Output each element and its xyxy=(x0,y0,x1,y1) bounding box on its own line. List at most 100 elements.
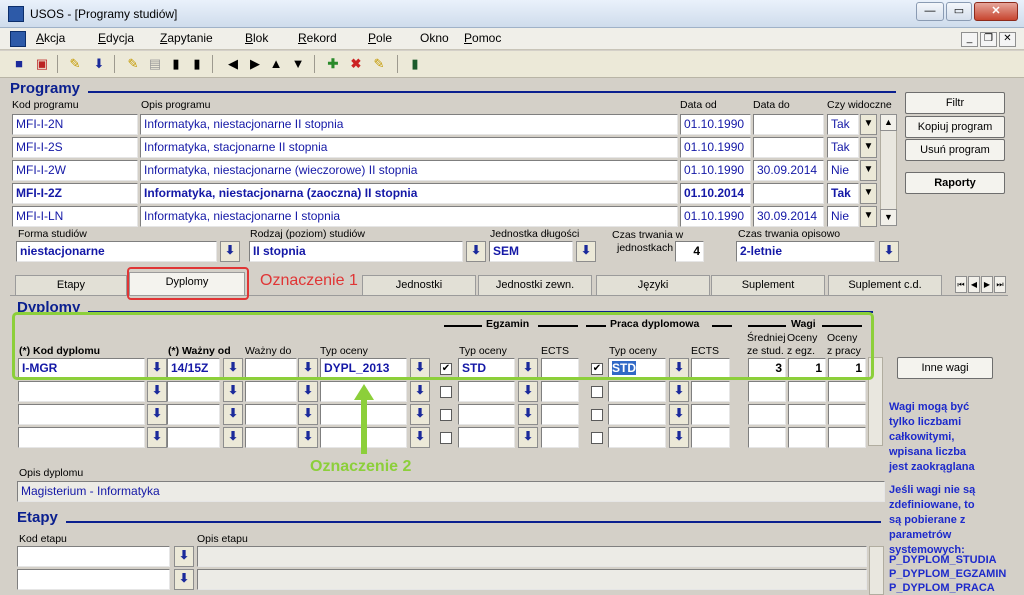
mdi-minimize-button[interactable]: _ xyxy=(961,32,978,47)
kod-dyplomu-field[interactable] xyxy=(18,381,145,402)
program-data-do-field[interactable]: 30.09.2014 xyxy=(753,206,824,227)
praca-typ-lov-icon[interactable]: ⬇ xyxy=(669,381,689,402)
maximize-button[interactable]: ▭ xyxy=(946,2,972,21)
czas-opis-lov-icon[interactable]: ⬇ xyxy=(879,241,899,262)
clear-record-icon[interactable]: ✎ xyxy=(370,55,388,73)
menu-item-0[interactable]: Akcja xyxy=(36,31,65,45)
praca-typ-field[interactable] xyxy=(608,427,666,448)
waga-srednia-field[interactable] xyxy=(748,427,786,448)
program-kod-field[interactable]: MFI-I-2Z xyxy=(12,183,138,204)
etap-kod-field[interactable] xyxy=(17,546,170,567)
kod-dyplomu-lov-icon[interactable]: ⬇ xyxy=(147,404,167,425)
exit-icon[interactable]: ▮ xyxy=(406,55,424,73)
program-data-do-field[interactable]: 30.09.2014 xyxy=(753,160,824,181)
scroll-up-icon[interactable]: ▲ xyxy=(880,114,897,131)
program-kod-field[interactable]: MFI-I-2W xyxy=(12,160,138,181)
program-data-od-field[interactable]: 01.10.1990 xyxy=(680,114,751,135)
tab-jednostki[interactable]: Jednostki xyxy=(362,275,476,295)
program-data-do-field[interactable] xyxy=(753,137,824,158)
program-data-do-field[interactable] xyxy=(753,114,824,135)
chevron-down-icon[interactable]: ▼ xyxy=(860,183,877,204)
scroll-down-icon[interactable]: ▼ xyxy=(880,209,897,226)
czas-opis-field[interactable]: 2-letnie xyxy=(736,241,875,262)
query-icon[interactable]: ✎ xyxy=(124,55,142,73)
egzamin-checkbox[interactable] xyxy=(440,386,452,398)
tab-suplement[interactable]: Suplement xyxy=(711,275,825,295)
program-data-od-field[interactable]: 01.10.1990 xyxy=(680,137,751,158)
etapy-scrollbar[interactable] xyxy=(869,546,884,595)
wazny-od-lov-icon[interactable]: ⬇ xyxy=(223,404,243,425)
tab-etapy[interactable]: Etapy xyxy=(15,275,127,295)
add-record-icon[interactable]: ✚ xyxy=(324,55,342,73)
execute-query-icon[interactable]: ▤ xyxy=(146,55,164,73)
reports-button[interactable]: Raporty xyxy=(905,172,1005,194)
save-icon[interactable]: ■ xyxy=(10,55,28,73)
menu-item-6[interactable]: Okno xyxy=(420,31,449,45)
forma-lov-icon[interactable]: ⬇ xyxy=(220,241,240,262)
jednostka-lov-icon[interactable]: ⬇ xyxy=(576,241,596,262)
program-data-od-field[interactable]: 01.10.1990 xyxy=(680,160,751,181)
praca-ects-field[interactable] xyxy=(691,381,730,402)
program-data-od-field[interactable]: 01.10.2014 xyxy=(680,183,751,204)
minimize-button[interactable]: — xyxy=(916,2,944,21)
menu-item-5[interactable]: Pole xyxy=(368,31,392,45)
tab-first-icon[interactable]: ⏮ xyxy=(955,276,967,293)
egzamin-checkbox[interactable] xyxy=(440,409,452,421)
praca-ects-field[interactable] xyxy=(691,404,730,425)
typ-oceny-lov-icon[interactable]: ⬇ xyxy=(410,427,430,448)
typ-oceny-lov-icon[interactable]: ⬇ xyxy=(410,404,430,425)
wazny-od-field[interactable] xyxy=(167,404,220,425)
next-icon[interactable]: ▶ xyxy=(246,55,264,73)
egzamin-ects-field[interactable] xyxy=(541,381,579,402)
chevron-down-icon[interactable]: ▼ xyxy=(860,206,877,227)
program-data-od-field[interactable]: 01.10.1990 xyxy=(680,206,751,227)
egzamin-ects-field[interactable] xyxy=(541,427,579,448)
tab-suplement-c-d-[interactable]: Suplement c.d. xyxy=(828,275,942,295)
tab-jednostki-zewn-[interactable]: Jednostki zewn. xyxy=(478,275,592,295)
wazny-do-lov-icon[interactable]: ⬇ xyxy=(298,404,318,425)
wazny-od-field[interactable] xyxy=(167,381,220,402)
program-widoczne-select[interactable]: Tak xyxy=(827,137,859,158)
egzamin-typ-field[interactable] xyxy=(458,427,515,448)
forma-field[interactable]: niestacjonarne xyxy=(16,241,217,262)
menu-item-1[interactable]: Edycja xyxy=(98,31,134,45)
kod-dyplomu-lov-icon[interactable]: ⬇ xyxy=(147,381,167,402)
delete-record-icon[interactable]: ✖ xyxy=(347,55,365,73)
wazny-do-field[interactable] xyxy=(245,404,297,425)
program-widoczne-select[interactable]: Nie xyxy=(827,160,859,181)
praca-ects-field[interactable] xyxy=(691,427,730,448)
waga-praca-field[interactable] xyxy=(828,427,866,448)
egzamin-typ-lov-icon[interactable]: ⬇ xyxy=(518,427,538,448)
kod-dyplomu-field[interactable] xyxy=(18,404,145,425)
opis-dyplomu-field[interactable]: Magisterium - Informatyka xyxy=(17,481,885,502)
waga-egzamin-field[interactable] xyxy=(788,404,826,425)
chart-alt-icon[interactable]: ▮ xyxy=(188,55,206,73)
etap-kod-lov-icon[interactable]: ⬇ xyxy=(174,546,194,567)
waga-egzamin-field[interactable] xyxy=(788,427,826,448)
program-widoczne-select[interactable]: Nie xyxy=(827,206,859,227)
filter-button[interactable]: Filtr xyxy=(905,92,1005,114)
tab-next-icon[interactable]: ▶ xyxy=(981,276,993,293)
menu-item-4[interactable]: Rekord xyxy=(298,31,337,45)
program-data-do-field[interactable] xyxy=(753,183,824,204)
program-opis-field[interactable]: Informatyka, niestacjonarne (wieczorowe)… xyxy=(140,160,678,181)
delete-program-button[interactable]: Usuń program xyxy=(905,139,1005,161)
praca-checkbox[interactable] xyxy=(591,386,603,398)
kod-dyplomu-field[interactable] xyxy=(18,427,145,448)
wazny-do-lov-icon[interactable]: ⬇ xyxy=(298,427,318,448)
wazny-do-field[interactable] xyxy=(245,427,297,448)
download-icon[interactable]: ⬇ xyxy=(90,55,108,73)
chart-icon[interactable]: ▮ xyxy=(167,55,185,73)
etap-kod-field[interactable] xyxy=(17,569,170,590)
rodzaj-lov-icon[interactable]: ⬇ xyxy=(466,241,486,262)
waga-praca-field[interactable] xyxy=(828,404,866,425)
wazny-do-field[interactable] xyxy=(245,381,297,402)
up-icon[interactable]: ▲ xyxy=(267,55,285,73)
prev-icon[interactable]: ◀ xyxy=(224,55,242,73)
mdi-restore-button[interactable]: ❐ xyxy=(980,32,997,47)
egzamin-typ-field[interactable] xyxy=(458,381,515,402)
czas-field[interactable]: 4 xyxy=(675,241,704,262)
chevron-down-icon[interactable]: ▼ xyxy=(860,160,877,181)
chevron-down-icon[interactable]: ▼ xyxy=(860,114,877,135)
praca-typ-field[interactable] xyxy=(608,381,666,402)
